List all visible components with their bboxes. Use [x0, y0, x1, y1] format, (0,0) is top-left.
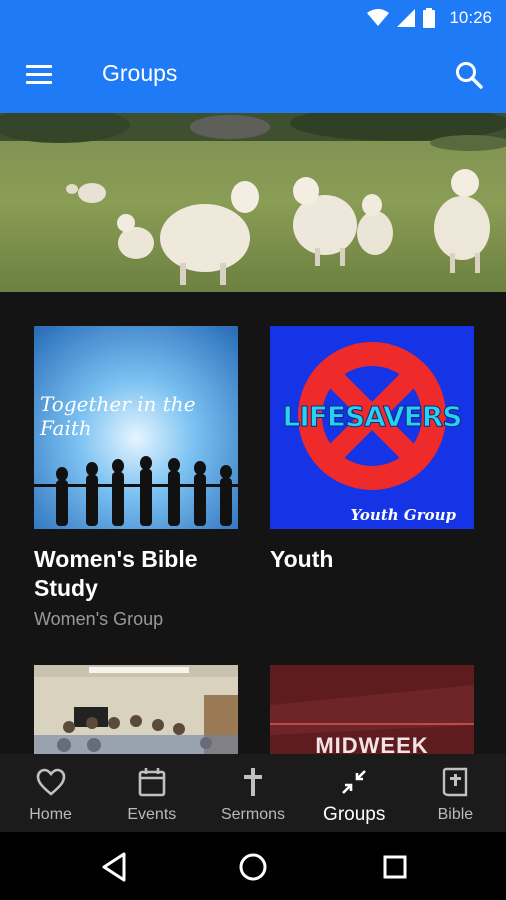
group-subtitle: Women's Group — [34, 609, 164, 629]
system-nav-bar — [0, 832, 506, 900]
nav-events[interactable]: Events — [101, 754, 202, 832]
heart-icon — [35, 766, 67, 798]
home-circle-icon[interactable] — [236, 850, 270, 884]
groups-icon — [338, 766, 370, 798]
nav-label: Sermons — [220, 806, 286, 823]
signal-icon — [397, 9, 416, 27]
battery-icon — [423, 8, 436, 28]
search-icon[interactable] — [454, 60, 484, 90]
menu-icon[interactable] — [24, 62, 54, 88]
wifi-icon — [367, 9, 390, 26]
group-image-youth: LIFESAVERS Youth Group — [270, 326, 474, 529]
app-bar: Groups — [0, 36, 506, 113]
hero-image — [0, 113, 506, 292]
nav-sermons[interactable]: Sermons — [202, 754, 303, 832]
recents-icon[interactable] — [378, 850, 412, 884]
nav-home[interactable]: Home — [0, 754, 101, 832]
nav-bible[interactable]: Bible — [405, 754, 506, 832]
bible-icon — [439, 766, 471, 798]
group-image-caption: LIFESAVERS — [282, 400, 463, 434]
groups-grid: Together in the Faith Women's Bible Stud… — [0, 292, 506, 754]
status-time: 10:26 — [449, 8, 492, 27]
group-card-photo[interactable] — [34, 665, 238, 754]
status-icons: 10:26 — [367, 6, 492, 30]
group-image-caption: MIDWEEK — [315, 733, 429, 754]
nav-label: Events — [127, 806, 177, 823]
nav-label: Bible — [437, 806, 474, 823]
calendar-icon — [136, 766, 168, 798]
group-card-midweek[interactable]: MIDWEEK — [270, 665, 474, 754]
nav-label: Home — [29, 806, 72, 823]
group-title: Youth — [270, 546, 334, 572]
nav-label: Groups — [323, 804, 386, 825]
nav-groups[interactable]: Groups — [304, 754, 405, 832]
group-image-photo — [34, 665, 238, 754]
group-image-subcaption: Youth Group — [350, 506, 456, 524]
back-icon[interactable] — [98, 850, 132, 884]
group-image-midweek: MIDWEEK — [270, 665, 474, 754]
group-image-caption: Together in the Faith — [40, 392, 196, 440]
status-bar: 10:26 — [0, 0, 506, 36]
page-title: Groups — [102, 60, 178, 86]
group-title: Women's Bible Study — [34, 546, 198, 601]
group-image-womens-bible-study: Together in the Faith — [34, 326, 238, 529]
cross-icon — [237, 766, 269, 798]
group-card-womens-bible-study[interactable]: Together in the Faith Women's Bible Stud… — [34, 326, 238, 630]
group-card-youth[interactable]: LIFESAVERS Youth Group Youth — [270, 326, 474, 574]
bottom-nav: Home Events Sermons Groups Bible — [0, 754, 506, 832]
